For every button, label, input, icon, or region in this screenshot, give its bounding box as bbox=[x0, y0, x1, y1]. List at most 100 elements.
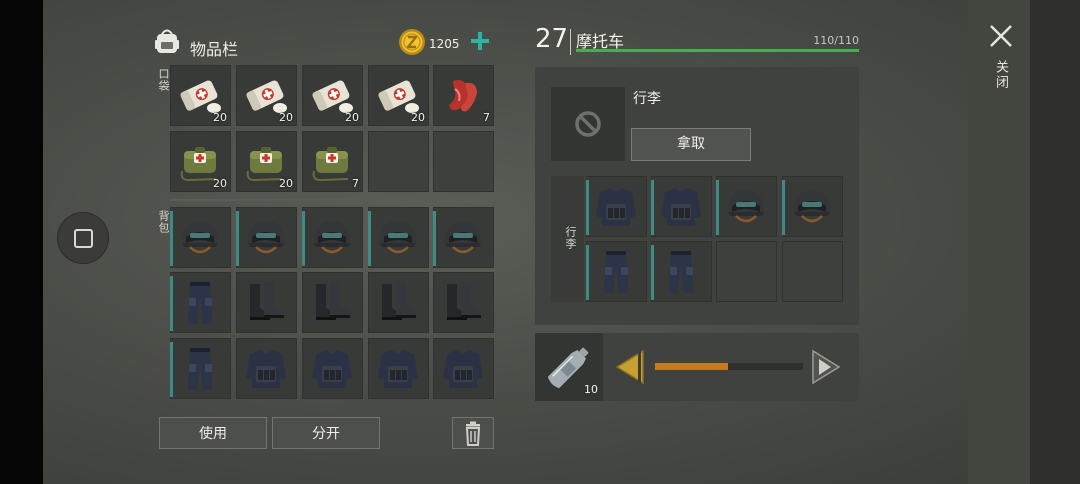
backpack-slot[interactable] bbox=[368, 338, 429, 399]
pocket-slot-empty[interactable] bbox=[433, 131, 494, 192]
trunk-slot[interactable] bbox=[586, 241, 647, 302]
pocket-slot[interactable]: 7 bbox=[433, 65, 494, 126]
backpack-slot[interactable] bbox=[433, 272, 494, 333]
fuel-item-count: 10 bbox=[584, 383, 598, 396]
item-count: 20 bbox=[213, 111, 227, 124]
item-count: 20 bbox=[279, 111, 293, 124]
boots-icon bbox=[316, 282, 350, 320]
vehicle-durability-bar bbox=[576, 49, 859, 52]
backpack-slot[interactable] bbox=[236, 207, 297, 268]
square-icon bbox=[74, 229, 93, 248]
tactical-vest-icon bbox=[246, 350, 286, 388]
helmet-icon bbox=[728, 190, 764, 223]
vehicle-durability-fill bbox=[576, 49, 859, 52]
helmet-icon bbox=[380, 221, 416, 254]
tactical-vest-icon bbox=[312, 350, 352, 388]
vehicle-level: 27 bbox=[535, 24, 569, 54]
item-count: 20 bbox=[411, 111, 425, 124]
trash-icon bbox=[465, 421, 481, 446]
use-button[interactable]: 使用 bbox=[159, 417, 267, 449]
pants-icon bbox=[604, 251, 628, 293]
trunk-slot[interactable] bbox=[651, 241, 712, 302]
backpack-slot[interactable] bbox=[302, 272, 363, 333]
tactical-vest-icon bbox=[378, 350, 418, 388]
inventory-title: 物品栏 bbox=[190, 40, 239, 59]
trunk-side-tab: 行李 bbox=[551, 176, 584, 302]
backpack-slot[interactable] bbox=[236, 338, 297, 399]
boots-icon bbox=[382, 282, 416, 320]
close-label[interactable]: 关闭 bbox=[991, 60, 1010, 90]
helmet-icon bbox=[314, 221, 350, 254]
split-button[interactable]: 分开 bbox=[272, 417, 380, 449]
fuel-slider[interactable] bbox=[655, 363, 803, 370]
backpack-slot[interactable] bbox=[433, 338, 494, 399]
vehicle-durability-text: 110/110 bbox=[813, 34, 859, 47]
backpack-icon bbox=[155, 29, 179, 53]
trunk-slot-empty[interactable] bbox=[782, 241, 843, 302]
pants-icon bbox=[188, 348, 212, 390]
helmet-icon bbox=[794, 190, 830, 223]
trunk-side-label: 行李 bbox=[564, 226, 577, 250]
fuel-item-slot[interactable]: 10 bbox=[535, 333, 603, 401]
item-count: 7 bbox=[483, 111, 490, 124]
trunk-slot[interactable] bbox=[716, 176, 777, 237]
backpack-slot[interactable] bbox=[302, 207, 363, 268]
floating-home-button[interactable] bbox=[57, 212, 109, 264]
screen-edge-right bbox=[1030, 0, 1080, 484]
backpack-slot[interactable] bbox=[170, 272, 231, 333]
pants-icon bbox=[669, 251, 693, 293]
tactical-vest-icon bbox=[596, 188, 636, 226]
item-count: 20 bbox=[213, 177, 227, 190]
trunk-title: 行李 bbox=[633, 91, 661, 107]
helmet-icon bbox=[445, 221, 481, 254]
add-coins-button[interactable] bbox=[468, 29, 492, 53]
helmet-icon bbox=[182, 221, 218, 254]
medkit-icon bbox=[312, 147, 349, 182]
coin-count: 1205 bbox=[429, 37, 460, 51]
take-button[interactable]: 拿取 bbox=[631, 128, 751, 161]
decrease-arrow-button[interactable] bbox=[613, 349, 645, 385]
increase-arrow-button[interactable] bbox=[811, 349, 843, 385]
trunk-preview bbox=[551, 87, 625, 161]
pocket-slot-empty[interactable] bbox=[368, 131, 429, 192]
backpack-slot[interactable] bbox=[433, 207, 494, 268]
no-entry-icon bbox=[575, 111, 601, 137]
boots-icon bbox=[447, 282, 481, 320]
backpack-label: 背包 bbox=[157, 210, 170, 234]
tactical-vest-icon bbox=[661, 188, 701, 226]
pocket-slot[interactable]: 20 bbox=[236, 65, 297, 126]
discard-button[interactable] bbox=[452, 417, 494, 449]
raw-meat-icon bbox=[449, 80, 477, 112]
coin-icon bbox=[399, 29, 425, 55]
trunk-slot[interactable] bbox=[586, 176, 647, 237]
tactical-vest-icon bbox=[443, 350, 483, 388]
pocket-label: 口袋 bbox=[157, 68, 170, 92]
inventory-divider bbox=[170, 199, 494, 201]
vehicle-separator bbox=[570, 29, 571, 55]
pocket-slot[interactable]: 20 bbox=[170, 65, 231, 126]
backpack-slot[interactable] bbox=[236, 272, 297, 333]
item-count: 7 bbox=[352, 177, 359, 190]
pocket-slot[interactable]: 7 bbox=[302, 131, 363, 192]
screen-edge-left bbox=[0, 0, 43, 484]
backpack-slot[interactable] bbox=[170, 207, 231, 268]
trunk-slot[interactable] bbox=[651, 176, 712, 237]
backpack-slot[interactable] bbox=[368, 272, 429, 333]
trunk-slot[interactable] bbox=[782, 176, 843, 237]
backpack-slot[interactable] bbox=[170, 338, 231, 399]
fuel-slider-fill bbox=[655, 363, 728, 370]
pocket-slot[interactable]: 20 bbox=[170, 131, 231, 192]
pocket-slot[interactable]: 20 bbox=[236, 131, 297, 192]
pants-icon bbox=[188, 282, 212, 324]
backpack-slot[interactable] bbox=[368, 207, 429, 268]
item-count: 20 bbox=[279, 177, 293, 190]
trunk-slot-empty[interactable] bbox=[716, 241, 777, 302]
helmet-icon bbox=[248, 221, 284, 254]
item-count: 20 bbox=[345, 111, 359, 124]
pocket-slot[interactable]: 20 bbox=[302, 65, 363, 126]
backpack-slot[interactable] bbox=[302, 338, 363, 399]
close-icon[interactable] bbox=[988, 23, 1014, 49]
pocket-slot[interactable]: 20 bbox=[368, 65, 429, 126]
inventory-header: 物品栏 1205 bbox=[152, 26, 492, 62]
boots-icon bbox=[250, 282, 284, 320]
